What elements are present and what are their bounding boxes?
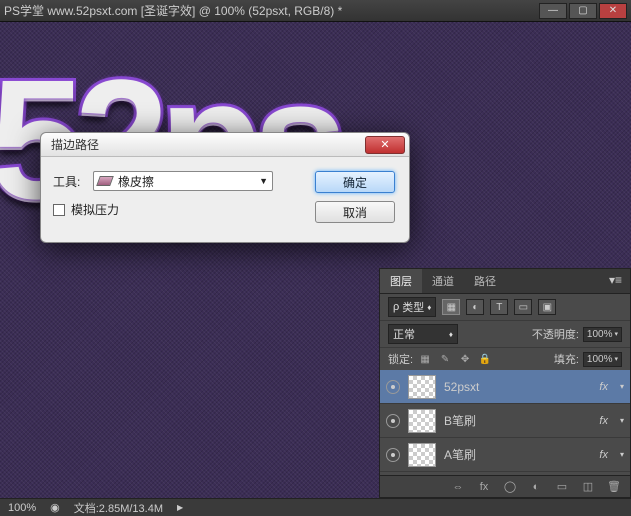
layer-style-icon[interactable]: fx <box>476 480 492 494</box>
panel-bottom-toolbar: ⇔ fx ◯ ◐ ▭ ◫ 🗑 <box>380 475 630 497</box>
chevron-down-icon: ▼ <box>259 176 268 186</box>
window-title: PS学堂 www.52psxt.com [圣诞字效] @ 100% (52psx… <box>4 2 342 19</box>
layer-name[interactable]: 52psxt <box>444 380 591 394</box>
layer-thumbnail[interactable] <box>408 409 436 433</box>
zoom-level[interactable]: 100% <box>8 502 36 514</box>
layer-name[interactable]: B笔刷 <box>444 412 591 429</box>
layer-row[interactable]: B笔刷 fx ▾ <box>380 404 630 438</box>
tab-channels[interactable]: 通道 <box>422 269 464 293</box>
filter-smart-icon[interactable]: ▣ <box>538 299 556 315</box>
simulate-pressure-checkbox[interactable] <box>53 204 65 216</box>
lock-all-icon[interactable]: 🔒 <box>477 352 493 366</box>
group-icon[interactable]: ▭ <box>554 480 570 494</box>
filter-pixel-icon[interactable]: ▦ <box>442 299 460 315</box>
dialog-titlebar[interactable]: 描边路径 ✕ <box>41 133 409 157</box>
layer-name[interactable]: A笔刷 <box>444 446 591 463</box>
eraser-icon <box>96 176 114 186</box>
window-titlebar: PS学堂 www.52psxt.com [圣诞字效] @ 100% (52psx… <box>0 0 631 22</box>
status-icon[interactable]: ◉ <box>50 501 60 514</box>
link-layers-icon[interactable]: ⇔ <box>450 480 466 494</box>
fx-expand-icon[interactable]: ▾ <box>620 416 624 425</box>
layer-thumbnail[interactable] <box>408 443 436 467</box>
fx-expand-icon[interactable]: ▾ <box>620 450 624 459</box>
filter-shape-icon[interactable]: ▭ <box>514 299 532 315</box>
fx-badge[interactable]: fx <box>599 449 608 461</box>
visibility-toggle[interactable] <box>386 448 400 462</box>
filter-type-icon[interactable]: T <box>490 299 508 315</box>
opacity-input[interactable]: 100%▾ <box>583 327 622 342</box>
tab-layers[interactable]: 图层 <box>380 269 422 293</box>
layer-row[interactable]: A笔刷 fx ▾ <box>380 438 630 472</box>
maximize-button[interactable]: ▢ <box>569 3 597 19</box>
cancel-button[interactable]: 取消 <box>315 201 395 223</box>
visibility-toggle[interactable] <box>386 380 400 394</box>
panel-tabs: 图层 通道 路径 ▾≡ <box>380 269 630 294</box>
minimize-button[interactable]: — <box>539 3 567 19</box>
fx-badge[interactable]: fx <box>599 415 608 427</box>
lock-pixels-icon[interactable]: ✎ <box>437 352 453 366</box>
layer-row[interactable]: 52psxt fx ▾ <box>380 370 630 404</box>
layer-thumbnail[interactable] <box>408 375 436 399</box>
new-layer-icon[interactable]: ◫ <box>580 480 596 494</box>
panel-menu-button[interactable]: ▾≡ <box>601 269 630 293</box>
dialog-close-button[interactable]: ✕ <box>365 136 405 154</box>
filter-adjust-icon[interactable]: ◐ <box>466 299 484 315</box>
tab-paths[interactable]: 路径 <box>464 269 506 293</box>
lock-transparency-icon[interactable]: ▦ <box>417 352 433 366</box>
layer-mask-icon[interactable]: ◯ <box>502 480 518 494</box>
visibility-toggle[interactable] <box>386 414 400 428</box>
simulate-pressure-label: 模拟压力 <box>71 201 119 218</box>
dialog-title: 描边路径 <box>51 136 99 153</box>
doc-size: 文档:2.85M/13.4M <box>74 500 163 516</box>
layers-panel: 图层 通道 路径 ▾≡ ρ类型♦ ▦ ◐ T ▭ ▣ 正常♦ 不透明度: 100… <box>379 268 631 498</box>
adjustment-layer-icon[interactable]: ◐ <box>528 480 544 494</box>
ok-button[interactable]: 确定 <box>315 171 395 193</box>
lock-label: 锁定: <box>388 351 413 367</box>
fx-expand-icon[interactable]: ▾ <box>620 382 624 391</box>
opacity-label: 不透明度: <box>532 326 579 342</box>
status-menu-icon[interactable]: ▶ <box>177 503 183 512</box>
status-bar: 100% ◉ 文档:2.85M/13.4M ▶ <box>0 498 631 516</box>
tool-select-value: 橡皮擦 <box>118 173 154 190</box>
delete-layer-icon[interactable]: 🗑 <box>606 480 622 494</box>
filter-kind-select[interactable]: ρ类型♦ <box>388 297 436 317</box>
blend-mode-select[interactable]: 正常♦ <box>388 324 458 344</box>
lock-position-icon[interactable]: ✥ <box>457 352 473 366</box>
tool-label: 工具: <box>53 173 93 190</box>
fx-badge[interactable]: fx <box>599 381 608 393</box>
window-close-button[interactable]: ✕ <box>599 3 627 19</box>
fill-input[interactable]: 100%▾ <box>583 352 622 367</box>
tool-select[interactable]: 橡皮擦 ▼ <box>93 171 273 191</box>
stroke-path-dialog: 描边路径 ✕ 工具: 橡皮擦 ▼ 模拟压力 确定 取消 <box>40 132 410 243</box>
fill-label: 填充: <box>554 351 579 367</box>
